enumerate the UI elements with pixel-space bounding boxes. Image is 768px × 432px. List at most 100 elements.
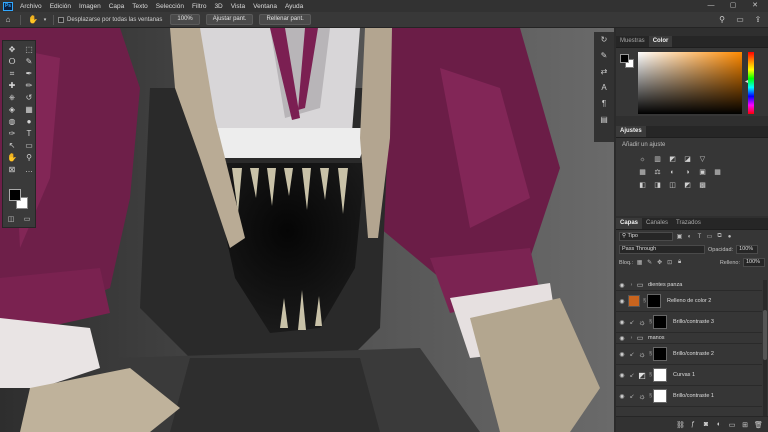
- workspace-icon[interactable]: ▭: [734, 13, 746, 27]
- menu-imagen[interactable]: Imagen: [75, 3, 105, 10]
- history-icon[interactable]: ↻: [594, 32, 614, 48]
- dodge-icon[interactable]: ●: [21, 116, 37, 127]
- screen-mode-icon[interactable]: ▭: [22, 215, 32, 224]
- layer-group-row[interactable]: ◉ › ▭ dientes panza: [616, 280, 762, 291]
- posterize-icon[interactable]: ◨: [651, 180, 664, 191]
- move-icon[interactable]: ✥: [4, 44, 20, 55]
- layer-mask-thumbnail[interactable]: [647, 294, 661, 308]
- fill-field[interactable]: 100%: [743, 258, 765, 267]
- fx-icon[interactable]: ƒ: [689, 421, 697, 428]
- gradient-icon[interactable]: ▦: [21, 104, 37, 115]
- eye-icon[interactable]: ◉: [616, 351, 628, 358]
- eye-icon[interactable]: ◉: [616, 319, 628, 326]
- character-icon[interactable]: A: [594, 80, 614, 96]
- layer-mask-thumbnail[interactable]: [653, 347, 667, 361]
- home-icon[interactable]: ⌂: [0, 13, 16, 27]
- vibrance-icon[interactable]: ▽: [696, 154, 709, 165]
- color-swatches[interactable]: [9, 189, 33, 211]
- lock-position-icon[interactable]: ✥: [656, 259, 663, 266]
- tab-adjustments[interactable]: Ajustes: [616, 126, 646, 137]
- menu-capa[interactable]: Capa: [105, 3, 129, 10]
- eye-icon[interactable]: ◉: [616, 335, 628, 342]
- zoom-icon[interactable]: ⚲: [21, 152, 37, 163]
- eye-icon[interactable]: ◉: [616, 393, 628, 400]
- hand-icon[interactable]: ✋: [4, 152, 20, 163]
- menu-vista[interactable]: Vista: [227, 3, 249, 10]
- search-icon[interactable]: ⚲: [716, 13, 728, 27]
- menu-ventana[interactable]: Ventana: [249, 3, 281, 10]
- pen-icon[interactable]: ✑: [4, 128, 20, 139]
- channel-mixer-icon[interactable]: ▣: [696, 167, 709, 178]
- gradient-map-icon[interactable]: ◩: [681, 180, 694, 191]
- eyedropper-icon[interactable]: ✒: [21, 68, 37, 79]
- color-lookup-icon[interactable]: ▦: [711, 167, 724, 178]
- photoshop-logo-icon[interactable]: Ps: [3, 1, 13, 11]
- tab-swatches[interactable]: Muestras: [616, 36, 649, 47]
- document-canvas[interactable]: [0, 28, 614, 432]
- share-icon[interactable]: ⇪: [752, 13, 764, 27]
- link-layers-icon[interactable]: ⛓: [676, 421, 685, 429]
- menu-seleccion[interactable]: Selección: [152, 3, 188, 10]
- layer-row[interactable]: ◉ ↙ ☼ § Brillo/contraste 1: [616, 386, 762, 407]
- brush-select-icon[interactable]: ✎: [21, 56, 37, 67]
- opacity-field[interactable]: 100%: [736, 245, 759, 254]
- brightness-contrast-icon[interactable]: ☼: [636, 154, 649, 165]
- properties-icon[interactable]: ⇄: [594, 64, 614, 80]
- foreground-swatch[interactable]: [620, 54, 629, 63]
- layer-name[interactable]: Brillo/contraste 2: [673, 351, 714, 357]
- black-white-icon[interactable]: ◐: [666, 167, 679, 178]
- tab-color[interactable]: Color: [648, 36, 673, 47]
- menu-filtro[interactable]: Filtro: [188, 3, 210, 10]
- history-brush-icon[interactable]: ↺: [21, 92, 37, 103]
- crop-icon[interactable]: ⌗: [4, 68, 20, 79]
- layer-name[interactable]: dientes panza: [648, 282, 682, 288]
- color-fg-bg[interactable]: [620, 54, 634, 68]
- chevron-right-icon[interactable]: ›: [628, 335, 635, 341]
- layer-row[interactable]: ◉ ↙ ◩ § Curvas 1: [616, 365, 762, 386]
- paragraph-icon[interactable]: ¶: [594, 96, 614, 112]
- color-balance-icon[interactable]: ⚖: [651, 167, 664, 178]
- lasso-icon[interactable]: ⵔ: [4, 56, 20, 67]
- layer-row[interactable]: ◉ ↙ ☼ § Brillo/contraste 2: [616, 344, 762, 365]
- layer-name[interactable]: manos: [648, 335, 665, 341]
- close-button[interactable]: ✕: [744, 0, 766, 12]
- lock-artboard-icon[interactable]: ⊡: [666, 259, 673, 266]
- tab-channels[interactable]: Canales: [642, 218, 672, 229]
- layer-row[interactable]: ◉ ↙ ☼ § Brillo/contraste 3: [616, 312, 762, 333]
- path-select-icon[interactable]: ↖: [4, 140, 20, 151]
- filter-adjust-icon[interactable]: ◐: [686, 234, 693, 240]
- fit-screen-button[interactable]: Ajustar pant.: [205, 14, 254, 25]
- hue-saturation-icon[interactable]: ▦: [636, 167, 649, 178]
- curves-icon[interactable]: ◩: [666, 154, 679, 165]
- eye-icon[interactable]: ◉: [616, 282, 628, 289]
- layer-name[interactable]: Curvas 1: [673, 372, 695, 378]
- quick-mask-icon[interactable]: ◫: [6, 215, 16, 224]
- invert-icon[interactable]: ◧: [636, 180, 649, 191]
- menu-3d[interactable]: 3D: [210, 3, 226, 10]
- layer-name[interactable]: Brillo/contraste 1: [673, 393, 714, 399]
- exposure-icon[interactable]: ◪: [681, 154, 694, 165]
- filter-toggle-icon[interactable]: ●: [726, 234, 733, 240]
- threshold-icon[interactable]: ◫: [666, 180, 679, 191]
- trash-icon[interactable]: 🗑︎: [754, 421, 763, 429]
- minimize-button[interactable]: —: [700, 0, 722, 12]
- photo-filter-icon[interactable]: ◑: [681, 167, 694, 178]
- more-icon[interactable]: …: [21, 164, 37, 175]
- maximize-button[interactable]: ▢: [722, 0, 744, 12]
- brush-settings-icon[interactable]: ✎: [594, 48, 614, 64]
- stamp-icon[interactable]: ⎈: [4, 92, 20, 103]
- brush-icon[interactable]: ✏: [21, 80, 37, 91]
- foreground-color[interactable]: [9, 189, 21, 201]
- eye-icon[interactable]: ◉: [616, 298, 628, 305]
- add-mask-icon[interactable]: ◙: [702, 421, 710, 428]
- scrollbar-thumb[interactable]: [763, 310, 767, 360]
- filter-pixel-icon[interactable]: ▣: [676, 233, 683, 240]
- marquee-icon[interactable]: ⬚: [21, 44, 37, 55]
- new-layer-icon[interactable]: ⊞: [741, 421, 749, 429]
- chevron-right-icon[interactable]: ›: [628, 282, 635, 288]
- menu-edicion[interactable]: Edición: [46, 3, 75, 10]
- new-adjustment-icon[interactable]: ◐: [715, 421, 723, 428]
- menu-texto[interactable]: Texto: [128, 3, 152, 10]
- shape-icon[interactable]: ▭: [21, 140, 37, 151]
- lock-pixels-icon[interactable]: ✎: [646, 259, 653, 266]
